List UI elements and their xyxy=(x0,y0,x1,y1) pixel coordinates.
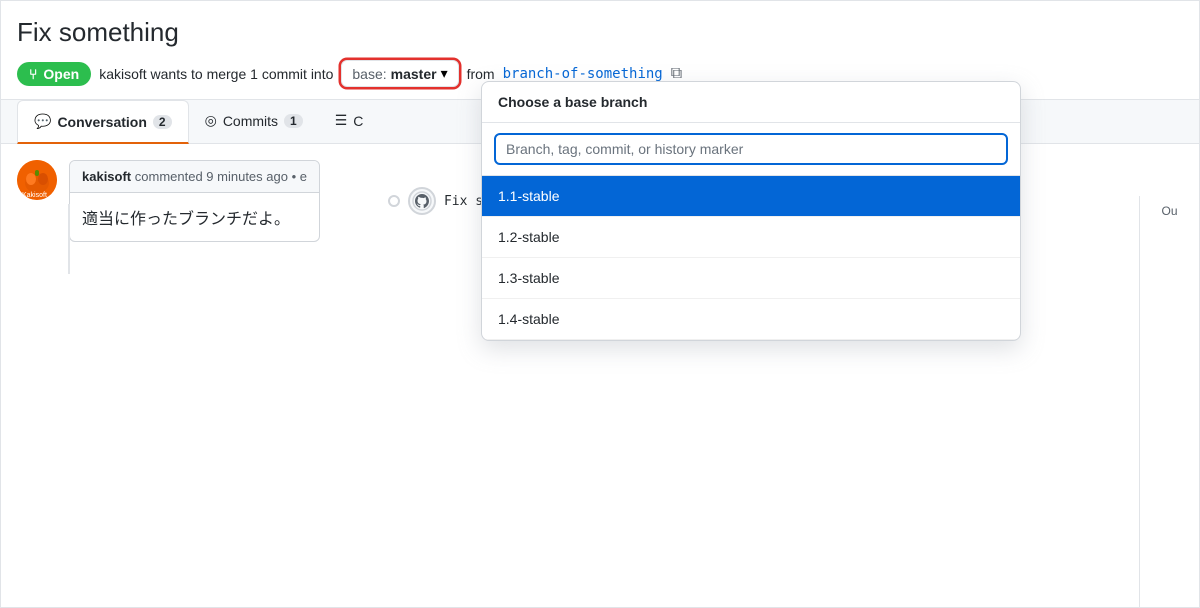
sidebar-label: Ou xyxy=(1140,196,1199,226)
commenter-username-1: kakisoft xyxy=(82,169,131,184)
pr-description: kakisoft wants to merge 1 commit into xyxy=(99,66,333,82)
dropdown-item-2[interactable]: 1.3-stable xyxy=(482,258,1020,299)
dropdown-item-3[interactable]: 1.4-stable xyxy=(482,299,1020,340)
dropdown-search-area xyxy=(482,123,1020,176)
status-icon: ⑂ xyxy=(29,66,37,82)
comment-body-1: 適当に作ったブランチだよ。 xyxy=(70,193,319,241)
avatar-kakisoft-1: Kakisoft xyxy=(17,160,57,200)
compare-branch-link[interactable]: branch-of-something xyxy=(503,66,663,82)
comment-box-1: kakisoft commented 9 minutes ago • e 適当に… xyxy=(69,160,320,242)
commit-github-icon xyxy=(408,187,436,215)
tab-checks[interactable]: ☰ C xyxy=(319,100,369,143)
base-branch-button[interactable]: base: master ▾ xyxy=(341,60,458,87)
tab-commits-label: Commits xyxy=(223,113,278,129)
comment-header-1: kakisoft commented 9 minutes ago • e xyxy=(70,161,319,193)
base-label: base: xyxy=(352,66,386,82)
commit-dot-icon xyxy=(388,195,400,207)
tab-commits-count: 1 xyxy=(284,114,303,128)
base-branch-name: master xyxy=(391,66,437,82)
tab-checks-label: C xyxy=(353,113,363,129)
page-container: Fix something ⑂ Open kakisoft wants to m… xyxy=(0,0,1200,608)
dropdown-item-0[interactable]: 1.1-stable xyxy=(482,176,1020,217)
tab-conversation-label: Conversation xyxy=(57,114,146,130)
comment-item-1: Kakisoft kakisoft commented 9 minutes ag… xyxy=(17,160,320,242)
base-branch-dropdown: Choose a base branch 1.1-stable 1.2-stab… xyxy=(481,81,1021,341)
from-text: from xyxy=(467,66,495,82)
dropdown-item-1[interactable]: 1.2-stable xyxy=(482,217,1020,258)
sidebar-panel: Ou xyxy=(1139,196,1199,607)
copy-icon[interactable]: ⧉ xyxy=(671,65,682,83)
chevron-down-icon: ▾ xyxy=(441,65,448,82)
tab-commits[interactable]: ◎ Commits 1 xyxy=(189,100,319,143)
timeline-line xyxy=(68,204,70,274)
branch-search-input[interactable] xyxy=(494,133,1008,165)
tab-conversation[interactable]: 💬 Conversation 2 xyxy=(17,100,189,144)
svg-text:Kakisoft: Kakisoft xyxy=(22,192,47,199)
page-title: Fix something xyxy=(17,17,1183,48)
dropdown-list: 1.1-stable 1.2-stable 1.3-stable 1.4-sta… xyxy=(482,176,1020,340)
status-badge: ⑂ Open xyxy=(17,62,91,86)
dropdown-title: Choose a base branch xyxy=(482,82,1020,123)
tab-conversation-count: 2 xyxy=(153,115,172,129)
comment-meta-1: commented 9 minutes ago • e xyxy=(135,169,307,184)
commits-icon: ◎ xyxy=(205,112,217,129)
checks-icon: ☰ xyxy=(335,112,348,129)
conversation-icon: 💬 xyxy=(34,113,51,130)
comment-text-1: 適当に作ったブランチだよ。 xyxy=(82,211,290,228)
status-label: Open xyxy=(43,66,79,82)
